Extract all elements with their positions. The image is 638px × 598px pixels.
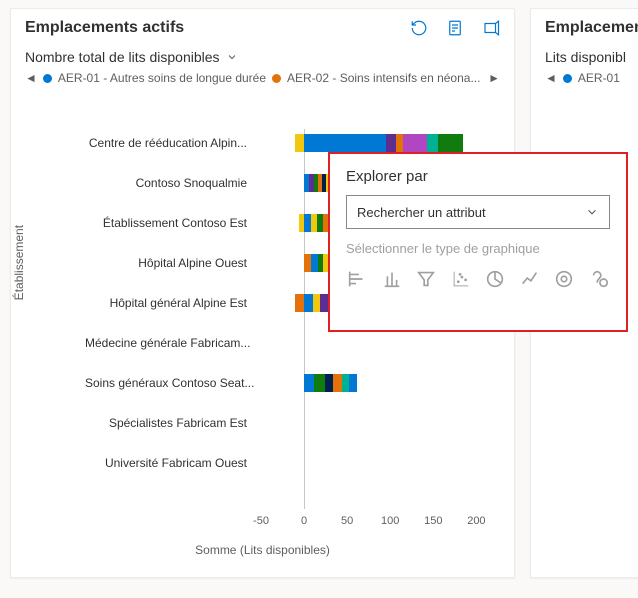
bar-segment[interactable] <box>396 134 403 152</box>
card-header: Emplacement <box>531 9 638 43</box>
y-axis-label: Établissement <box>12 225 26 300</box>
tag-icon[interactable] <box>588 266 611 292</box>
bar-segment[interactable] <box>438 134 464 152</box>
bar-segment[interactable] <box>427 134 437 152</box>
bar-segment[interactable] <box>304 214 311 232</box>
legend-dot <box>272 74 281 83</box>
legend-dot <box>43 74 52 83</box>
y-tick-label: Établissement Contoso Est <box>85 216 255 230</box>
legend-item[interactable]: AER-01 <box>563 71 620 85</box>
popover-subtitle: Sélectionner le type de graphique <box>346 241 610 256</box>
bar-segment[interactable] <box>295 294 304 312</box>
legend-next-arrow[interactable]: ► <box>488 71 500 85</box>
legend-label: AER-01 <box>578 71 620 85</box>
legend-row: ◄ AER-01 - Autres soins de longue durée … <box>11 67 514 85</box>
legend-item[interactable]: AER-02 - Soins intensifs en néona... <box>272 71 480 85</box>
bar-segment[interactable] <box>333 374 342 392</box>
funnel-icon[interactable] <box>415 266 438 292</box>
legend-prev-arrow[interactable]: ◄ <box>25 71 37 85</box>
legend-label: AER-01 - Autres soins de longue durée <box>58 71 266 85</box>
report-page-icon[interactable] <box>446 19 464 37</box>
x-tick-label: 200 <box>467 515 485 527</box>
card-title: Emplacement <box>545 19 638 37</box>
chart-metric-dropdown[interactable]: Nombre total de lits disponibles <box>25 49 500 65</box>
x-tick-label: 50 <box>341 515 353 527</box>
popover-title: Explorer par <box>346 168 610 185</box>
bar-horizontal-icon[interactable] <box>346 266 369 292</box>
chart-type-row <box>346 266 610 292</box>
bar-segment[interactable] <box>313 294 320 312</box>
dropdown-row: Lits disponibl <box>531 43 638 67</box>
bar-segment[interactable] <box>325 374 334 392</box>
donut-icon[interactable] <box>553 266 576 292</box>
y-tick-label: Université Fabricam Ouest <box>85 456 255 470</box>
legend-row: ◄ AER-01 <box>531 67 638 85</box>
search-placeholder: Rechercher un attribut <box>357 205 585 220</box>
scatter-icon[interactable] <box>450 266 473 292</box>
y-tick-label: Hôpital général Alpine Est <box>85 296 255 310</box>
dropdown-row: Nombre total de lits disponibles <box>11 43 514 67</box>
bar-vertical-icon[interactable] <box>381 266 404 292</box>
card-title: Emplacements actifs <box>25 19 410 37</box>
y-tick-label: Spécialistes Fabricam Est <box>85 416 255 430</box>
legend-item[interactable]: AER-01 - Autres soins de longue durée <box>43 71 266 85</box>
y-tick-label: Médecine générale Fabricam... <box>85 336 255 350</box>
x-tick-label: 150 <box>424 515 442 527</box>
dropdown-label: Lits disponibl <box>545 49 626 65</box>
bar-segment[interactable] <box>304 374 314 392</box>
legend-prev-arrow[interactable]: ◄ <box>545 71 557 85</box>
refresh-icon[interactable] <box>410 19 428 37</box>
pie-icon[interactable] <box>484 266 507 292</box>
y-tick-label: Contoso Snoqualmie <box>85 176 255 190</box>
explore-popover: Explorer par Rechercher un attribut Séle… <box>328 152 628 332</box>
bar-segment[interactable] <box>304 254 311 272</box>
x-tick-label: -50 <box>253 515 269 527</box>
attribute-search-dropdown[interactable]: Rechercher un attribut <box>346 195 610 229</box>
bar-segment[interactable] <box>311 254 318 272</box>
x-tick-label: 0 <box>301 515 307 527</box>
legend-label: AER-02 - Soins intensifs en néona... <box>287 71 480 85</box>
bar-segment[interactable] <box>403 134 427 152</box>
chevron-down-icon <box>585 205 599 219</box>
x-axis-label: Somme (Lits disponibles) <box>25 543 500 557</box>
y-tick-label: Hôpital Alpine Ouest <box>85 256 255 270</box>
bar-segment[interactable] <box>304 294 313 312</box>
bar-segment[interactable] <box>342 374 349 392</box>
dropdown-label: Nombre total de lits disponibles <box>25 49 220 65</box>
card-header: Emplacements actifs <box>11 9 514 43</box>
bar-segment[interactable] <box>386 134 396 152</box>
legend-dot <box>563 74 572 83</box>
bar-segment[interactable] <box>349 374 358 392</box>
line-icon[interactable] <box>519 266 542 292</box>
bar-segment[interactable] <box>304 134 386 152</box>
y-tick-label: Soins généraux Contoso Seat... <box>85 376 255 390</box>
y-tick-label: Centre de rééducation Alpin... <box>85 136 255 150</box>
chevron-down-icon <box>226 51 238 63</box>
chart-metric-dropdown[interactable]: Lits disponibl <box>545 49 638 65</box>
bar-segment[interactable] <box>295 134 304 152</box>
expand-icon[interactable] <box>482 19 500 37</box>
header-actions <box>410 19 500 37</box>
x-tick-label: 100 <box>381 515 399 527</box>
bar-segment[interactable] <box>314 374 324 392</box>
